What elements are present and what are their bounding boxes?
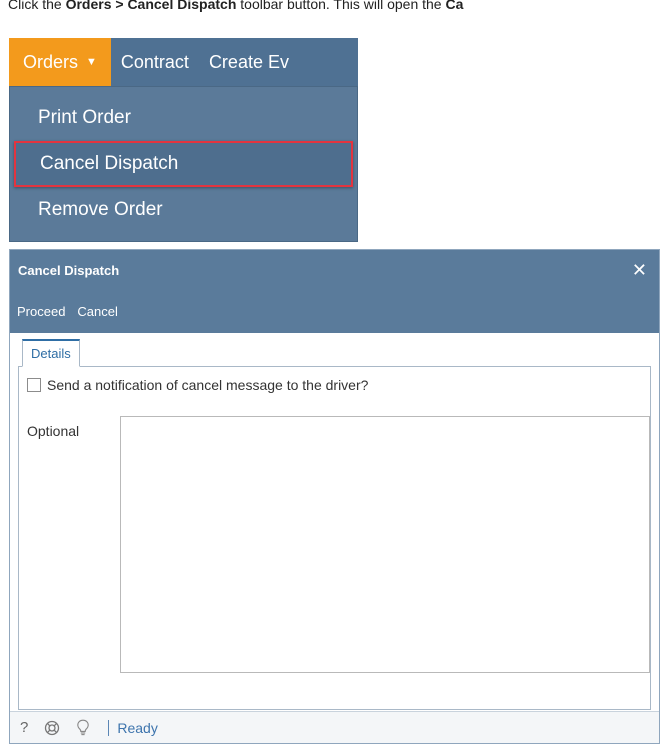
dialog-toolbar: Proceed Cancel: [10, 290, 659, 333]
optional-textarea[interactable]: [120, 416, 650, 673]
proceed-button[interactable]: Proceed: [17, 304, 65, 319]
instruction-text: Click the Orders > Cancel Dispatch toolb…: [8, 0, 464, 12]
tab-details[interactable]: Details: [22, 339, 80, 367]
optional-label: Optional: [27, 423, 80, 439]
contract-button[interactable]: Contract: [111, 38, 199, 86]
details-panel: Send a notification of cancel message to…: [18, 367, 651, 710]
dialog-title: Cancel Dispatch: [18, 262, 120, 278]
cancel-button[interactable]: Cancel: [77, 304, 117, 319]
contract-label: Contract: [120, 51, 189, 72]
menu-item-print-order[interactable]: Print Order: [10, 95, 357, 141]
status-separator: [108, 719, 110, 736]
status-bar: ? Ready: [10, 711, 659, 743]
caret-down-icon: ▼: [86, 56, 97, 68]
orders-label: Orders: [23, 51, 79, 72]
menu-item-cancel-dispatch[interactable]: Cancel Dispatch: [14, 141, 353, 187]
notify-driver-checkbox[interactable]: [27, 378, 41, 392]
help-icon[interactable]: ?: [20, 719, 28, 736]
create-event-button[interactable]: Create Ev: [199, 38, 299, 86]
orders-dropdown-menu: Print Order Cancel Dispatch Remove Order: [9, 86, 358, 242]
menu-item-remove-order[interactable]: Remove Order: [10, 187, 357, 233]
lightbulb-icon[interactable]: [76, 719, 90, 736]
dialog-body: Details Send a notification of cancel me…: [10, 333, 659, 711]
create-event-label: Create Ev: [208, 51, 289, 72]
main-toolbar: Orders ▼ Contract Create Ev: [9, 38, 358, 86]
cancel-dispatch-dialog: Cancel Dispatch ✕ Proceed Cancel Details…: [9, 249, 660, 744]
status-text: Ready: [117, 719, 158, 736]
dialog-title-bar: Cancel Dispatch ✕: [10, 250, 659, 290]
support-lifebuoy-icon[interactable]: [44, 720, 60, 736]
notify-driver-label: Send a notification of cancel message to…: [47, 377, 369, 393]
close-icon[interactable]: ✕: [632, 261, 647, 279]
tab-strip: Details: [18, 339, 651, 367]
orders-button[interactable]: Orders ▼: [9, 38, 111, 86]
notification-row: Send a notification of cancel message to…: [27, 377, 368, 393]
